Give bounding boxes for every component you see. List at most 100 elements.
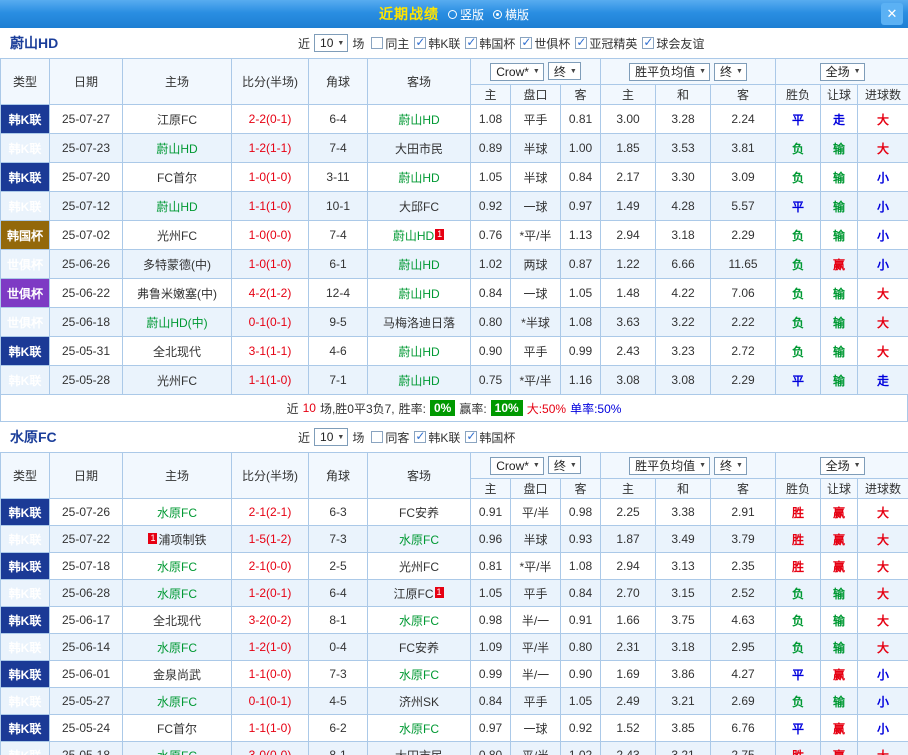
filter-checkbox[interactable]: 同客 <box>371 429 409 446</box>
corner-score: 6-4 <box>309 105 368 134</box>
team-section: 水原FC近10▼场同客韩K联韩国杯类型日期主场比分(半场)角球客场Crow*▼终… <box>0 422 908 755</box>
avg-draw-odds: 3.21 <box>656 742 711 755</box>
match-score: 1-1(1-0) <box>232 715 309 742</box>
sub-column-header: 进球数 <box>858 85 908 105</box>
asia-home-odds: 0.84 <box>471 688 511 715</box>
asia-away-odds: 1.05 <box>561 279 601 308</box>
corner-score: 12-4 <box>309 279 368 308</box>
red-card-badge: 1 <box>435 229 444 240</box>
avg-away-odds: 2.91 <box>711 499 776 526</box>
match-row: 韩K联25-07-26水原FC2-1(2-1)6-3FC安养0.91平/半0.9… <box>1 499 908 526</box>
odds-stage-select[interactable]: 终▼ <box>548 62 581 80</box>
handicap-result: 输 <box>821 279 858 308</box>
match-count-select[interactable]: 10▼ <box>314 428 348 446</box>
sub-column-header: 主 <box>471 85 511 105</box>
radio-icon <box>493 10 502 19</box>
match-row: 韩K联25-06-28水原FC1-2(0-1)6-4江原FC11.05平手0.8… <box>1 580 908 607</box>
bookmaker-select[interactable]: Crow*▼ <box>490 63 544 81</box>
result-scope-group: 全场▼ <box>776 453 908 479</box>
asia-handicap: 半球 <box>511 134 561 163</box>
focus-team-name: 水原FC <box>399 668 439 682</box>
avg-home-odds: 2.49 <box>601 688 656 715</box>
avg-home-odds: 3.08 <box>601 366 656 395</box>
asia-handicap: 一球 <box>511 279 561 308</box>
asia-handicap: 半球 <box>511 163 561 192</box>
focus-team-name: 水原FC <box>157 587 197 601</box>
goals-result: 大 <box>858 105 908 134</box>
away-team-cell: 江原FC1 <box>368 580 471 607</box>
sub-column-header: 主 <box>601 85 656 105</box>
odds-stage-select[interactable]: 终▼ <box>548 456 581 474</box>
filter-checkbox[interactable]: 世俱杯 <box>520 35 570 52</box>
sub-column-header: 和 <box>656 479 711 499</box>
scope-select[interactable]: 全场▼ <box>820 457 865 475</box>
match-row: 世俱杯25-06-26多特蒙德(中)1-0(1-0)6-1蔚山HD1.02两球0… <box>1 250 908 279</box>
dropdown-arrow-icon: ▼ <box>736 462 743 469</box>
asia-home-odds: 0.91 <box>471 499 511 526</box>
match-type-cell: 世俱杯 <box>1 250 50 279</box>
layout-radio-vertical[interactable]: 竖版 <box>448 6 484 23</box>
handicap-result: 输 <box>821 607 858 634</box>
handicap-result: 赢 <box>821 715 858 742</box>
match-type-cell: 韩K联 <box>1 526 50 553</box>
away-team-cell: 蔚山HD <box>368 250 471 279</box>
avg-away-odds: 2.29 <box>711 221 776 250</box>
filter-checkbox[interactable]: 韩K联 <box>414 35 460 52</box>
match-date: 25-07-02 <box>50 221 123 250</box>
match-count-select[interactable]: 10▼ <box>314 34 348 52</box>
focus-team-name: 蔚山HD <box>156 200 197 214</box>
home-team-cell: 光州FC <box>123 221 232 250</box>
opponent-team-name: 光州FC <box>399 560 439 574</box>
corner-score: 0-4 <box>309 634 368 661</box>
layout-radio-horizontal[interactable]: 横版 <box>493 6 529 23</box>
match-date: 25-07-27 <box>50 105 123 134</box>
radio-icon <box>448 10 457 19</box>
avg-away-odds: 2.95 <box>711 634 776 661</box>
filter-bar: 近10▼场同主韩K联韩国杯世俱杯亚冠精英球会友谊 <box>296 28 704 58</box>
filter-checkbox[interactable]: 韩国杯 <box>465 35 515 52</box>
focus-team-name: 蔚山HD <box>398 113 439 127</box>
avg-home-odds: 1.87 <box>601 526 656 553</box>
match-type-cell: 韩K联 <box>1 607 50 634</box>
focus-team-name: 蔚山HD <box>398 287 439 301</box>
summary-text: 10 <box>303 401 316 415</box>
filter-checkbox[interactable]: 韩K联 <box>414 429 460 446</box>
filter-checkbox[interactable]: 韩国杯 <box>465 429 515 446</box>
match-row: 韩K联25-07-27江原FC2-2(0-1)6-4蔚山HD1.08平手0.81… <box>1 105 908 134</box>
europe-stage-select[interactable]: 终▼ <box>714 457 747 475</box>
section-header: 蔚山HD近10▼场同主韩K联韩国杯世俱杯亚冠精英球会友谊 <box>0 28 908 58</box>
outcome-result: 负 <box>776 688 821 715</box>
goals-result: 大 <box>858 308 908 337</box>
asia-home-odds: 0.97 <box>471 715 511 742</box>
goals-result: 小 <box>858 688 908 715</box>
scope-select[interactable]: 全场▼ <box>820 63 865 81</box>
europe-avg-select[interactable]: 胜平负均值▼ <box>629 63 710 81</box>
asia-handicap: *平/半 <box>511 366 561 395</box>
filter-checkbox[interactable]: 球会友谊 <box>642 35 704 52</box>
match-row: 韩K联25-05-27水原FC0-1(0-1)4-5济州SK0.84平手1.05… <box>1 688 908 715</box>
europe-stage-select[interactable]: 终▼ <box>714 63 747 81</box>
sub-column-header: 主 <box>471 479 511 499</box>
europe-avg-select[interactable]: 胜平负均值▼ <box>629 457 710 475</box>
filter-checkbox[interactable]: 亚冠精英 <box>575 35 637 52</box>
avg-draw-odds: 3.13 <box>656 553 711 580</box>
opponent-team-name: 浦项制铁 <box>158 533 206 547</box>
column-header: 客场 <box>368 59 471 105</box>
asia-handicap: 平手 <box>511 580 561 607</box>
asia-handicap: 半球 <box>511 526 561 553</box>
asia-away-odds: 0.98 <box>561 499 601 526</box>
section-header: 水原FC近10▼场同客韩K联韩国杯 <box>0 422 908 452</box>
goals-result: 大 <box>858 742 908 755</box>
avg-away-odds: 2.22 <box>711 308 776 337</box>
checkbox-icon <box>414 431 426 443</box>
dropdown-arrow-icon: ▼ <box>854 68 861 75</box>
match-type-cell: 韩K联 <box>1 742 50 755</box>
close-button[interactable]: ✕ <box>881 3 903 25</box>
home-team-cell: 蔚山HD(中) <box>123 308 232 337</box>
bookmaker-select[interactable]: Crow*▼ <box>490 457 544 475</box>
away-team-cell: 大田市民 <box>368 134 471 163</box>
outcome-result: 胜 <box>776 526 821 553</box>
match-date: 25-06-18 <box>50 308 123 337</box>
focus-team-name: 水原FC <box>157 749 197 755</box>
filter-checkbox[interactable]: 同主 <box>371 35 409 52</box>
